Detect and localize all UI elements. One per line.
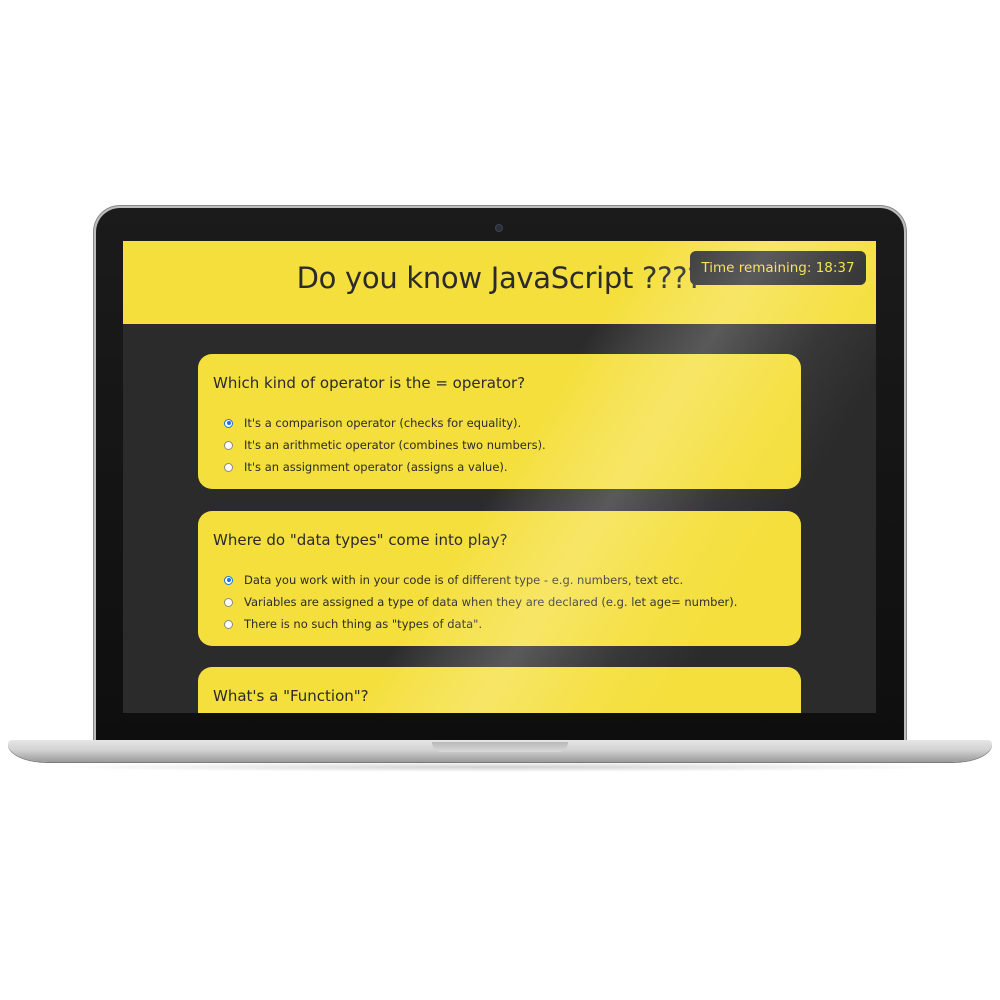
webcam-icon [496, 225, 502, 231]
answer-option[interactable]: It's a comparison operator (checks for e… [224, 412, 546, 434]
question-text: What's a "Function"? [213, 687, 369, 705]
laptop-opening-notch [432, 742, 568, 752]
radio-button[interactable] [224, 619, 233, 629]
answer-options: It's a comparison operator (checks for e… [224, 412, 546, 478]
answer-option[interactable]: Variables are assigned a type of data wh… [224, 591, 737, 613]
radio-button[interactable] [224, 440, 233, 450]
answer-option[interactable]: It's an arithmetic operator (combines tw… [224, 434, 546, 456]
question-text: Which kind of operator is the = operator… [213, 374, 526, 392]
question-card: Where do "data types" come into play? Da… [198, 511, 801, 646]
laptop-shadow [40, 762, 960, 772]
answer-option[interactable]: It's an assignment operator (assigns a v… [224, 456, 546, 478]
answer-label: Variables are assigned a type of data wh… [244, 595, 738, 609]
answer-option[interactable]: Data you work with in your code is of di… [224, 569, 737, 591]
answer-label: It's a comparison operator (checks for e… [244, 416, 522, 430]
answer-label: It's an arithmetic operator (combines tw… [244, 438, 546, 452]
question-card: Which kind of operator is the = operator… [198, 354, 801, 489]
question-card: What's a "Function"? [198, 667, 801, 713]
answer-label: It's an assignment operator (assigns a v… [244, 460, 508, 474]
answer-options: Data you work with in your code is of di… [224, 569, 737, 635]
page-header: Do you know JavaScript ???? Time remaini… [123, 241, 876, 324]
time-remaining-badge: Time remaining: 18:37 [690, 251, 866, 285]
answer-label: Data you work with in your code is of di… [244, 573, 684, 587]
radio-button-selected[interactable] [224, 418, 233, 428]
question-text: Where do "data types" come into play? [213, 531, 508, 549]
radio-button-selected[interactable] [224, 575, 233, 585]
quiz-screen: Do you know JavaScript ???? Time remaini… [123, 241, 876, 713]
answer-label: There is no such thing as "types of data… [244, 617, 483, 631]
answer-option[interactable]: There is no such thing as "types of data… [224, 613, 737, 635]
radio-button[interactable] [224, 462, 233, 472]
radio-button[interactable] [224, 597, 233, 607]
